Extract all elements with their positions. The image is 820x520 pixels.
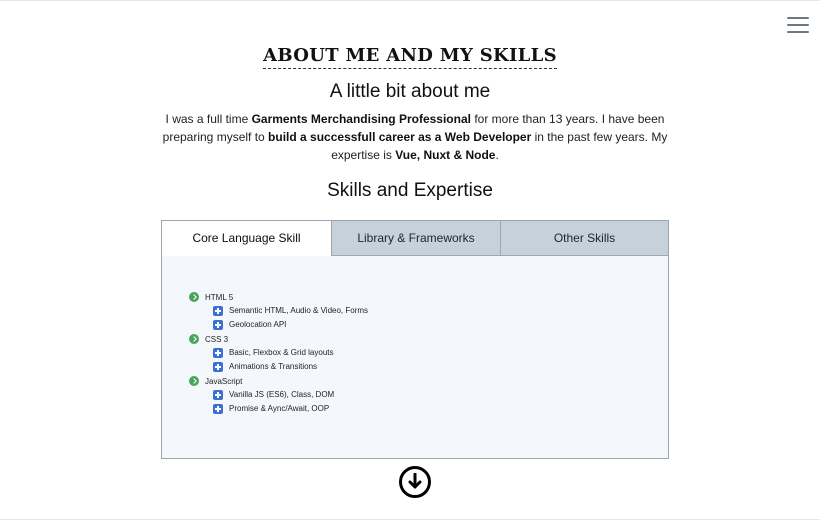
hamburger-menu-icon[interactable] [787,16,809,34]
section-title-text: ABOUT ME AND MY SKILLS [263,45,557,69]
chevron-right-circle-icon [189,292,199,302]
menu-line-top [787,17,809,19]
skill-item: Basic, Flexbox & Grid layouts [189,346,509,360]
skill-item: Promise & Aync/Await, OOP [189,402,509,416]
skill-item: Vanilla JS (ES6), Class, DOM [189,388,509,402]
skill-item: Animations & Transitions [189,360,509,374]
about-text-highlight-expertise: Vue, Nuxt & Node [395,148,496,162]
menu-line-bottom [787,31,809,33]
scroll-down-button[interactable] [399,466,431,498]
plus-square-icon [213,362,223,372]
skill-item-label: Geolocation API [229,320,287,329]
plus-square-icon [213,404,223,414]
skill-group-title: HTML 5 [189,291,509,304]
skill-item-label: Semantic HTML, Audio & Video, Forms [229,306,369,315]
skill-group-label: CSS 3 [205,335,229,344]
tab-library-frameworks[interactable]: Library & Frameworks [331,221,500,256]
skill-group-title: JavaScript [189,375,509,388]
plus-square-icon [213,320,223,330]
section-title: ABOUT ME AND MY SKILLS [0,45,820,69]
about-subtitle: A little bit about me [329,81,491,102]
skill-item: Geolocation API [189,318,509,332]
about-text-part-1: I was a full time [165,112,252,126]
skill-item: Semantic HTML, Audio & Video, Forms [189,304,509,318]
skill-group-label: JavaScript [205,377,243,386]
skill-item-label: Vanilla JS (ES6), Class, DOM [229,390,335,399]
about-text-part-4: . [495,148,499,162]
core-language-skill-list: HTML 5 Semantic HTML, Audio & Video, For… [189,291,509,417]
skill-item-label: Animations & Transitions [229,362,318,371]
skill-group-javascript: JavaScript Vanilla JS (ES6), Class, DOM … [189,375,509,416]
skill-item-label: Basic, Flexbox & Grid layouts [229,348,334,357]
tab-other-skills[interactable]: Other Skills [500,221,668,256]
skill-group-html: HTML 5 Semantic HTML, Audio & Video, For… [189,291,509,332]
plus-square-icon [213,306,223,316]
about-page: ABOUT ME AND MY SKILLS A little bit abou… [0,0,820,520]
skill-group-label: HTML 5 [205,293,234,302]
plus-square-icon [213,390,223,400]
chevron-right-circle-icon [189,334,199,344]
menu-line-middle [787,24,809,26]
skill-group-css: CSS 3 Basic, Flexbox & Grid layouts Anim… [189,333,509,374]
skill-item-label: Promise & Aync/Await, OOP [229,404,330,413]
about-text-highlight-profession: Garments Merchandising Professional [251,112,471,126]
chevron-right-circle-icon [189,376,199,386]
about-text-highlight-goal: build a successfull career as a Web Deve… [268,130,532,144]
plus-square-icon [213,348,223,358]
tab-core-language-skill[interactable]: Core Language Skill [162,221,331,256]
skills-title: Skills and Expertise [327,180,493,201]
about-description: I was a full time Garments Merchandising… [154,110,676,164]
arrow-down-circle-icon [408,473,422,489]
skills-tab-panel: Core Language Skill Library & Frameworks… [161,220,669,459]
skill-group-title: CSS 3 [189,333,509,346]
skills-tabs: Core Language Skill Library & Frameworks… [162,221,668,256]
